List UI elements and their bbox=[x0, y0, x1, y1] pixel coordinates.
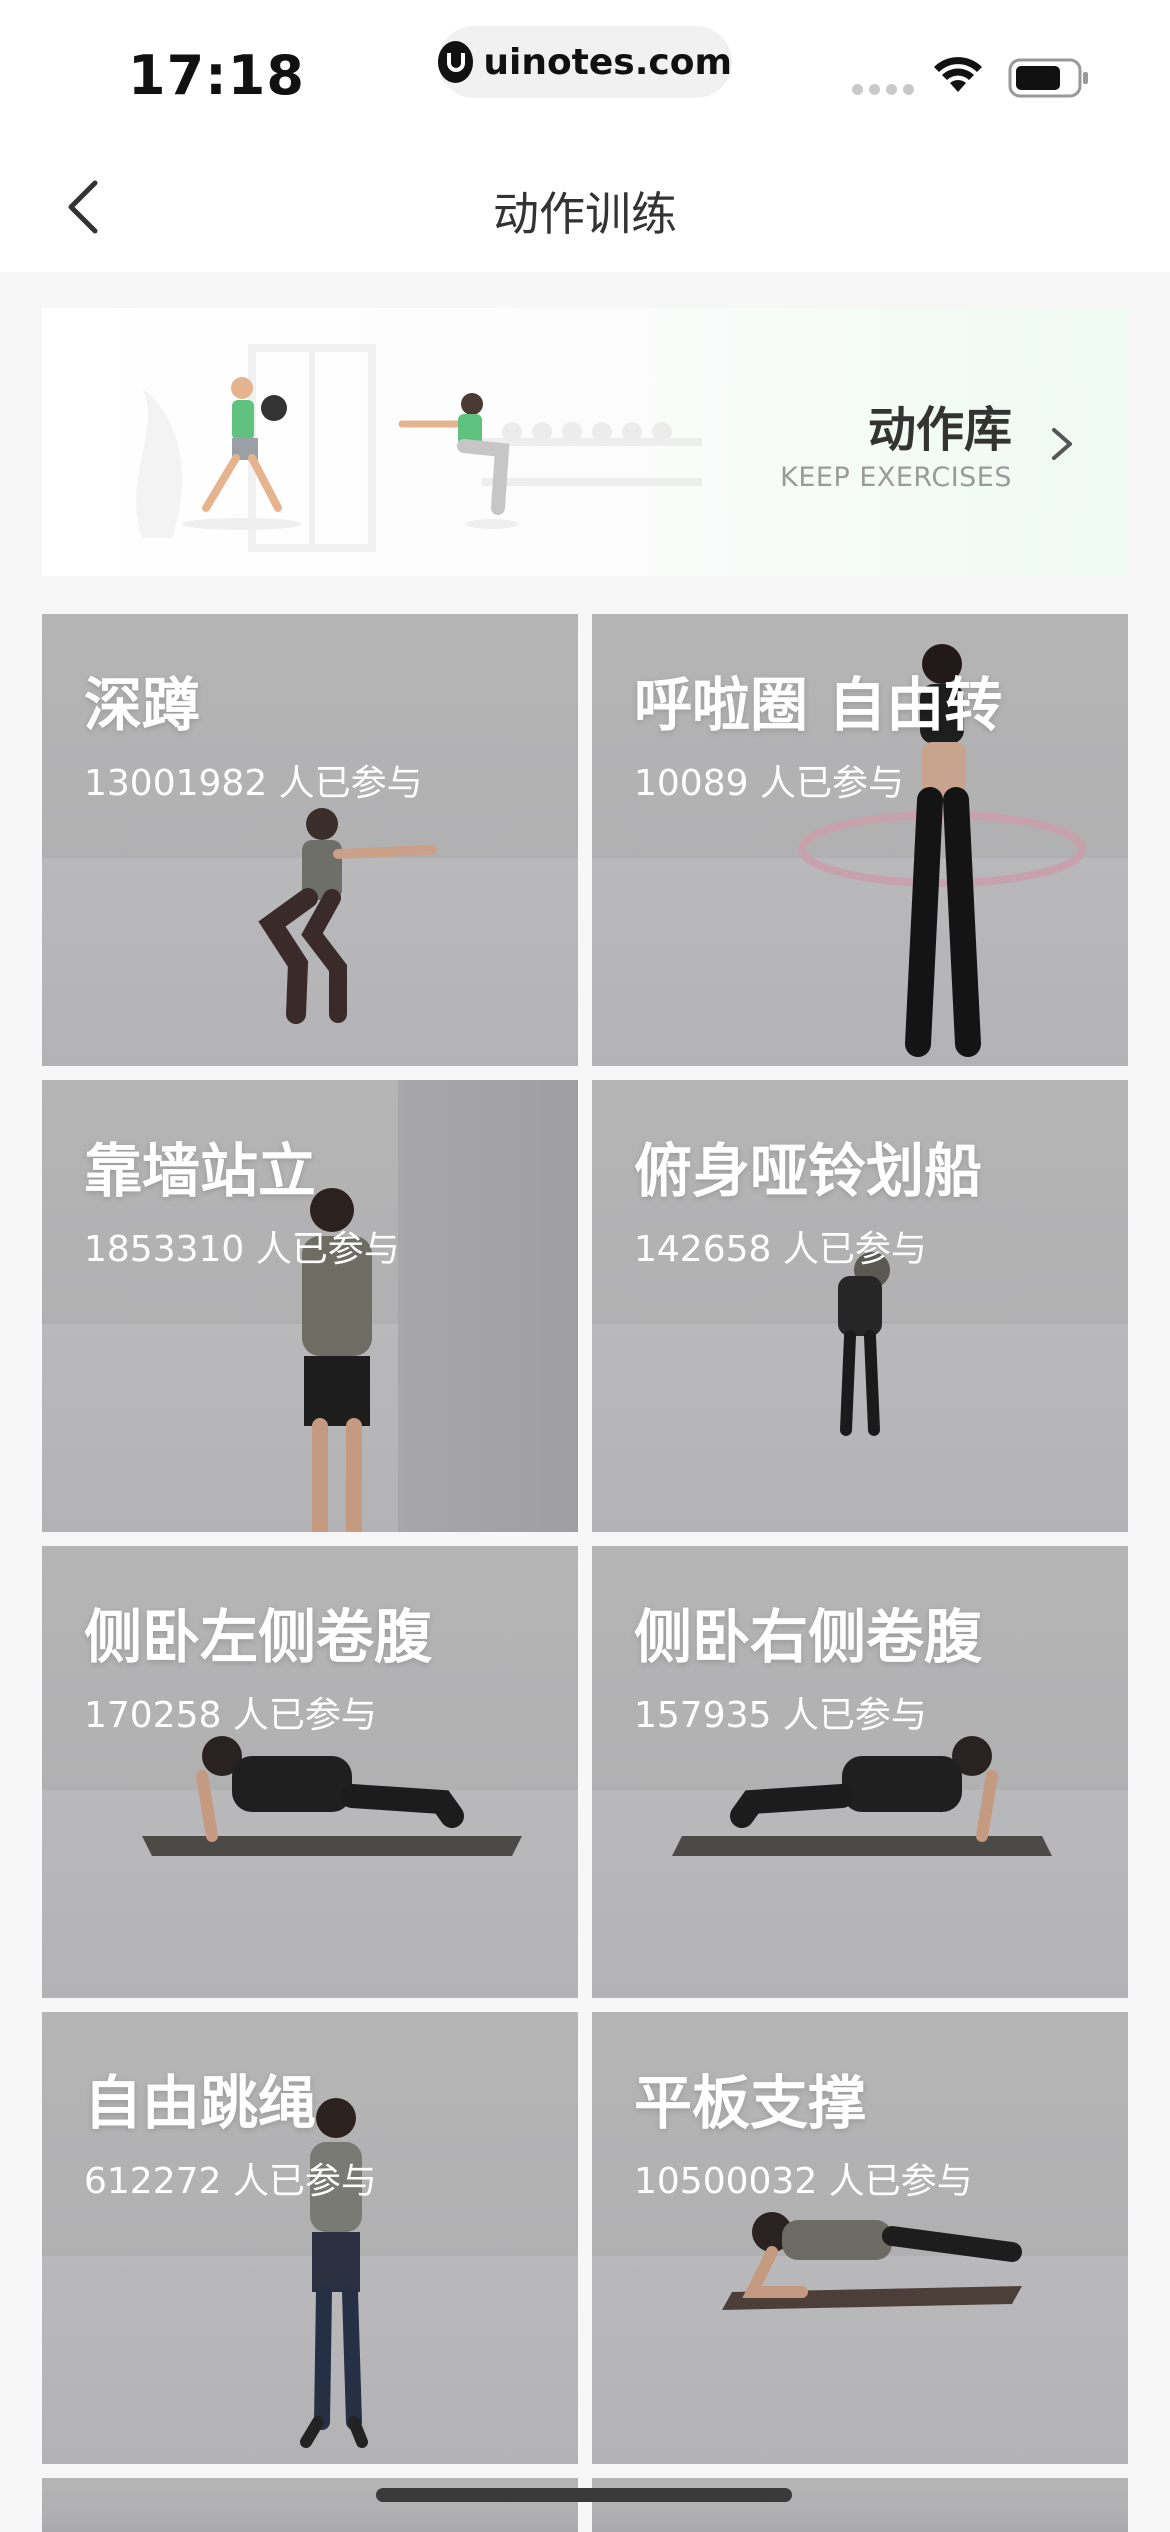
cellular-signal-icon bbox=[852, 84, 914, 95]
exercise-title: 呼啦圈 自由转 bbox=[634, 671, 1003, 739]
home-indicator bbox=[376, 2488, 792, 2502]
exercise-library-banner[interactable]: 动作库 KEEP EXERCISES bbox=[42, 308, 1128, 576]
exercise-participants: 142658 人已参与 bbox=[634, 1229, 927, 1270]
exercise-title: 侧卧左侧卷腹 bbox=[84, 1603, 433, 1671]
chevron-right-icon bbox=[1052, 428, 1072, 460]
exercise-photo bbox=[722, 2212, 1022, 2310]
status-bar: 17:18 uinotes.com bbox=[0, 0, 1170, 140]
exercise-participants: 612272 人已参与 bbox=[84, 2161, 377, 2202]
exercise-card[interactable]: 靠墙站立 1853310 人已参与 bbox=[42, 1080, 578, 1532]
status-time: 17:18 bbox=[128, 44, 305, 107]
exercise-participants: 170258 人已参与 bbox=[84, 1695, 377, 1736]
nav-bar: 动作训练 bbox=[0, 140, 1170, 272]
exercise-training-page: 17:18 uinotes.com 动作训练 动作库 KEEP EXERCISE… bbox=[0, 0, 1170, 2532]
exercise-title: 自由跳绳 bbox=[84, 2069, 317, 2137]
exercise-participants: 157935 人已参与 bbox=[634, 1695, 927, 1736]
exercise-card[interactable]: 侧卧左侧卷腹 170258 人已参与 bbox=[42, 1546, 578, 1998]
exercise-card[interactable]: 深蹲 13001982 人已参与 bbox=[42, 614, 578, 1066]
banner-title: 动作库 bbox=[867, 402, 1012, 458]
site-logo-icon bbox=[438, 41, 474, 83]
exercise-title: 深蹲 bbox=[84, 671, 201, 739]
exercise-card[interactable]: 侧卧右侧卷腹 157935 人已参与 bbox=[592, 1546, 1128, 1998]
exercise-title: 俯身哑铃划船 bbox=[634, 1137, 983, 1205]
exercise-title: 平板支撑 bbox=[634, 2069, 867, 2137]
battery-icon bbox=[1008, 58, 1088, 98]
exercise-photo bbox=[300, 2098, 368, 2448]
banner-illustration bbox=[136, 344, 702, 552]
exercise-title: 靠墙站立 bbox=[84, 1137, 317, 1205]
exercise-card[interactable] bbox=[592, 2478, 1128, 2532]
exercise-card[interactable]: 平板支撑 10500032 人已参与 bbox=[592, 2012, 1128, 2464]
exercise-participants: 1853310 人已参与 bbox=[84, 1229, 400, 1270]
exercise-participants: 10089 人已参与 bbox=[634, 763, 904, 804]
url-pill[interactable]: uinotes.com bbox=[438, 26, 732, 98]
wifi-icon bbox=[934, 57, 982, 92]
exercise-card[interactable]: 呼啦圈 自由转 10089 人已参与 bbox=[592, 614, 1128, 1066]
url-text: uinotes.com bbox=[483, 41, 732, 83]
exercise-photo bbox=[258, 808, 437, 1024]
exercise-card[interactable] bbox=[42, 2478, 578, 2532]
page-title: 动作训练 bbox=[493, 187, 677, 241]
exercise-participants: 13001982 人已参与 bbox=[84, 763, 423, 804]
exercise-participants: 10500032 人已参与 bbox=[634, 2161, 973, 2202]
banner-subtitle: KEEP EXERCISES bbox=[780, 462, 1012, 493]
exercise-card[interactable]: 自由跳绳 612272 人已参与 bbox=[42, 2012, 578, 2464]
exercise-card[interactable]: 俯身哑铃划船 142658 人已参与 bbox=[592, 1080, 1128, 1532]
exercise-title: 侧卧右侧卷腹 bbox=[634, 1603, 983, 1671]
